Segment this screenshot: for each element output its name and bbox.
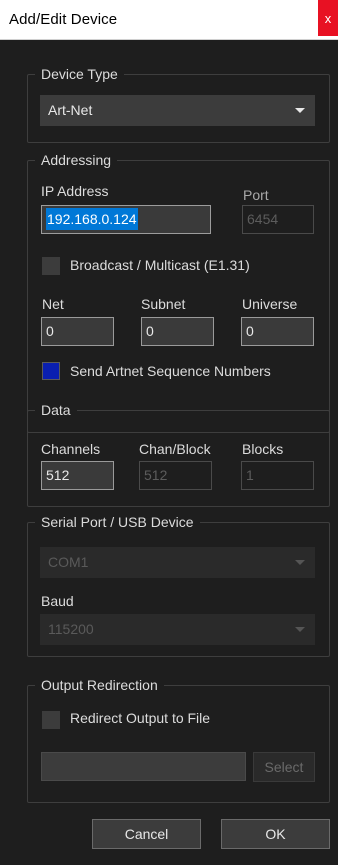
universe-label: Universe bbox=[242, 296, 298, 312]
net-input[interactable]: 0 bbox=[41, 317, 114, 346]
net-label: Net bbox=[42, 296, 64, 312]
device-type-legend: Device Type bbox=[35, 65, 124, 83]
close-icon: x bbox=[324, 10, 332, 26]
channels-input[interactable]: 512 bbox=[41, 461, 114, 490]
addressing-legend: Addressing bbox=[35, 151, 118, 169]
select-file-label: Select bbox=[264, 759, 304, 775]
broadcast-checkbox[interactable] bbox=[42, 257, 60, 275]
device-type-select[interactable]: Art-Net bbox=[40, 95, 315, 126]
cancel-button[interactable]: Cancel bbox=[92, 819, 201, 849]
broadcast-label[interactable]: Broadcast / Multicast (E1.31) bbox=[70, 257, 250, 273]
sequence-label[interactable]: Send Artnet Sequence Numbers bbox=[70, 363, 271, 379]
chan-block-input[interactable]: 512 bbox=[139, 461, 212, 490]
baud-value: 115200 bbox=[48, 621, 94, 637]
device-type-value: Art-Net bbox=[48, 102, 93, 118]
ip-address-label: IP Address bbox=[41, 183, 109, 199]
chevron-down-icon bbox=[295, 108, 305, 113]
dialog-body: Device Type Art-Net Addressing IP Addres… bbox=[0, 40, 338, 865]
baud-label: Baud bbox=[41, 593, 74, 609]
ok-label: OK bbox=[265, 826, 286, 842]
subnet-input[interactable]: 0 bbox=[141, 317, 214, 346]
baud-select[interactable]: 115200 bbox=[40, 614, 315, 645]
serial-group: Serial Port / USB Device COM1 Baud 11520… bbox=[27, 513, 330, 657]
addressing-group: Addressing IP Address 192.168.0.124 Port… bbox=[27, 151, 330, 433]
file-path-input[interactable] bbox=[41, 752, 246, 781]
window-title: Add/Edit Device bbox=[9, 11, 118, 28]
blocks-value: 1 bbox=[246, 467, 254, 483]
chan-block-label: Chan/Block bbox=[139, 441, 211, 457]
title-bar: Add/Edit Device x bbox=[0, 0, 338, 40]
serial-port-value: COM1 bbox=[48, 554, 89, 570]
port-value: 6454 bbox=[247, 211, 279, 227]
port-input[interactable]: 6454 bbox=[242, 205, 314, 234]
ip-address-input[interactable]: 192.168.0.124 bbox=[41, 205, 211, 234]
cancel-label: Cancel bbox=[124, 826, 169, 842]
data-group: Data Channels 512 Chan/Block 512 Blocks … bbox=[27, 401, 330, 507]
port-label: Port bbox=[243, 187, 269, 203]
redirect-label[interactable]: Redirect Output to File bbox=[70, 710, 210, 726]
output-legend: Output Redirection bbox=[35, 676, 164, 694]
ok-button[interactable]: OK bbox=[221, 819, 330, 849]
redirect-checkbox[interactable] bbox=[42, 711, 60, 729]
sequence-checkbox[interactable] bbox=[42, 362, 60, 380]
channels-label: Channels bbox=[41, 441, 101, 457]
select-file-button[interactable]: Select bbox=[253, 752, 315, 782]
close-button[interactable]: x bbox=[318, 0, 338, 36]
chan-block-value: 512 bbox=[144, 467, 168, 483]
universe-input[interactable]: 0 bbox=[241, 317, 314, 346]
serial-port-select[interactable]: COM1 bbox=[40, 547, 315, 578]
chevron-down-icon bbox=[295, 627, 305, 632]
data-legend: Data bbox=[35, 401, 77, 419]
serial-legend: Serial Port / USB Device bbox=[35, 513, 200, 531]
subnet-label: Subnet bbox=[141, 296, 186, 312]
subnet-value: 0 bbox=[146, 323, 154, 339]
ip-address-value: 192.168.0.124 bbox=[46, 208, 138, 230]
net-value: 0 bbox=[46, 323, 54, 339]
output-redirection-group: Output Redirection Redirect Output to Fi… bbox=[27, 676, 330, 803]
blocks-input[interactable]: 1 bbox=[241, 461, 314, 490]
chevron-down-icon bbox=[295, 560, 305, 565]
channels-value: 512 bbox=[46, 467, 70, 483]
device-type-group: Device Type Art-Net bbox=[27, 65, 330, 143]
universe-value: 0 bbox=[246, 323, 254, 339]
blocks-label: Blocks bbox=[242, 441, 284, 457]
